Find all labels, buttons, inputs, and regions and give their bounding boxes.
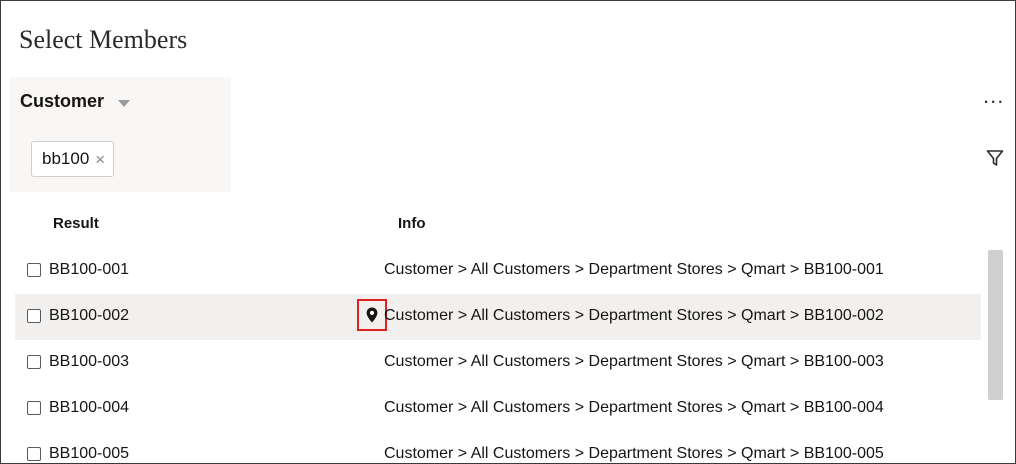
results-list: BB100-001 Customer > All Customers > Dep… (15, 248, 981, 463)
table-row[interactable]: BB100-003 Customer > All Customers > Dep… (15, 340, 981, 386)
table-row[interactable]: BB100-004 Customer > All Customers > Dep… (15, 386, 981, 432)
dialog-title: Select Members (19, 25, 188, 54)
row-checkbox[interactable] (27, 401, 41, 415)
result-cell: BB100-001 (49, 261, 130, 278)
dimension-label: Customer (20, 91, 105, 111)
info-cell: Customer > All Customers > Department St… (384, 399, 884, 416)
result-cell: BB100-003 (49, 353, 130, 370)
vertical-scrollbar[interactable] (988, 250, 1003, 400)
dimension-selector[interactable]: Customer (20, 91, 131, 112)
remove-chip-icon[interactable]: × (95, 151, 105, 168)
info-cell: Customer > All Customers > Department St… (384, 307, 884, 324)
result-cell: BB100-004 (49, 399, 130, 416)
info-cell: Customer > All Customers > Department St… (384, 445, 884, 462)
info-column-header: Info (398, 215, 426, 232)
row-checkbox[interactable] (27, 447, 41, 461)
map-pin-icon[interactable] (357, 299, 387, 331)
search-chip-label: bb100 (42, 149, 90, 168)
info-cell: Customer > All Customers > Department St… (384, 353, 884, 370)
dimension-panel: Customer bb100 × (10, 77, 231, 192)
select-members-dialog: Select Members Customer bb100 × ... Resu… (0, 0, 1016, 464)
result-column-header: Result (53, 215, 99, 232)
row-checkbox[interactable] (27, 355, 41, 369)
table-row[interactable]: BB100-001 Customer > All Customers > Dep… (15, 248, 981, 294)
result-cell: BB100-005 (49, 445, 130, 462)
table-row[interactable]: BB100-005 Customer > All Customers > Dep… (15, 432, 981, 463)
filter-icon[interactable] (986, 149, 1004, 167)
result-cell: BB100-002 (49, 307, 130, 324)
more-actions-button[interactable]: ... (983, 85, 1004, 107)
info-cell: Customer > All Customers > Department St… (384, 261, 884, 278)
row-checkbox[interactable] (27, 263, 41, 277)
search-chip[interactable]: bb100 × (31, 141, 115, 177)
caret-down-icon[interactable] (118, 99, 131, 107)
table-row[interactable]: BB100-002 Customer > All Customers > Dep… (15, 294, 981, 340)
row-checkbox[interactable] (27, 309, 41, 323)
